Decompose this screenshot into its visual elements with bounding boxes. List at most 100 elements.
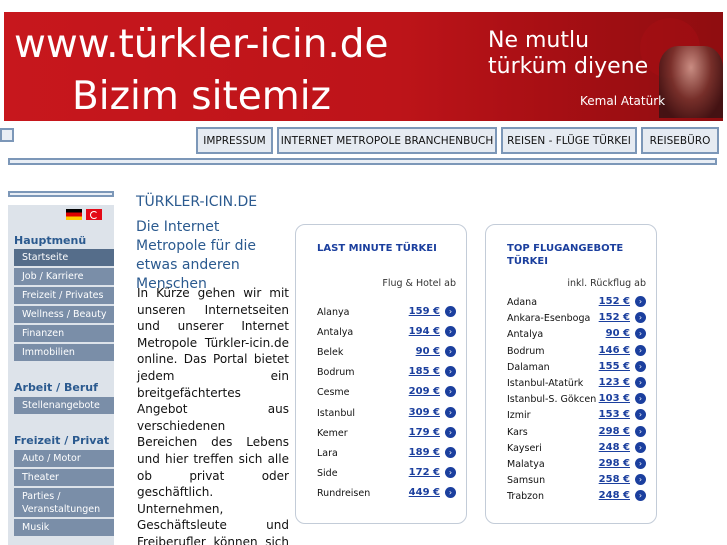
german-flag-icon[interactable] bbox=[66, 209, 82, 220]
sidebar: Hauptmenü Startseite Job / Karriere Frei… bbox=[8, 205, 114, 545]
sidebar-item-finanzen[interactable]: Finanzen bbox=[14, 325, 114, 343]
destination-label: Dalaman bbox=[507, 361, 550, 373]
price-link[interactable]: 298 € bbox=[599, 458, 630, 469]
arrow-right-circle-icon[interactable]: › bbox=[445, 326, 456, 338]
site-url-text: www.türkler-icin.de bbox=[14, 22, 389, 67]
sidebar-item-theater[interactable]: Theater bbox=[14, 469, 114, 487]
price-link[interactable]: 152 € bbox=[599, 312, 630, 323]
sidebar-heading-hauptmenu: Hauptmenü bbox=[14, 234, 87, 247]
sidebar-item-parties[interactable]: Parties / Veranstaltungen bbox=[14, 488, 114, 518]
destination-label: Cesme bbox=[317, 387, 350, 399]
price-link[interactable]: 298 € bbox=[599, 426, 630, 437]
sidebar-item-stellenangebote[interactable]: Stellenangebote bbox=[14, 397, 114, 415]
arrow-right-circle-icon[interactable]: › bbox=[445, 346, 456, 358]
destination-label: Belek bbox=[317, 347, 344, 359]
nav-impressum[interactable]: IMPRESSUM bbox=[196, 127, 273, 154]
price-link[interactable]: 194 € bbox=[409, 326, 440, 337]
price-link[interactable]: 172 € bbox=[409, 467, 440, 478]
destination-label: Istanbul bbox=[317, 407, 356, 419]
destination-label: Antalya bbox=[317, 327, 354, 339]
price-link[interactable]: 189 € bbox=[409, 447, 440, 458]
nav-branchenbuch[interactable]: INTERNET METROPOLE BRANCHENBUCH bbox=[277, 127, 497, 154]
ataturk-portrait-image bbox=[659, 46, 723, 118]
turkish-flag-icon[interactable] bbox=[86, 209, 102, 220]
arrow-right-circle-icon[interactable]: › bbox=[445, 406, 456, 418]
sidebar-item-job-karriere[interactable]: Job / Karriere bbox=[14, 268, 114, 286]
site-subtitle: Bizim sitemiz bbox=[72, 74, 332, 119]
arrow-right-circle-icon[interactable]: › bbox=[635, 328, 646, 340]
page-title: TÜRKLER-ICIN.DE bbox=[136, 194, 258, 210]
destination-label: Lara bbox=[317, 447, 338, 459]
sidebar-item-freizeit-privates[interactable]: Freizeit / Privates bbox=[14, 287, 114, 305]
quote-line-1: Ne mutlu bbox=[488, 28, 590, 53]
intro-text: In Kürze gehen wir mit unseren Internets… bbox=[137, 286, 289, 545]
tagline: Die Internet Metropole für die etwas and… bbox=[136, 219, 256, 292]
arrow-right-circle-icon[interactable]: › bbox=[635, 441, 646, 453]
arrow-right-circle-icon[interactable]: › bbox=[635, 344, 646, 356]
nav-reisebuero[interactable]: REISEBÜRO bbox=[641, 127, 719, 154]
arrow-right-circle-icon[interactable]: › bbox=[635, 458, 646, 469]
sidebar-item-wellness-beauty[interactable]: Wellness / Beauty bbox=[14, 306, 114, 324]
price-link[interactable]: 258 € bbox=[599, 474, 630, 485]
price-link[interactable]: 123 € bbox=[599, 377, 630, 388]
destination-label: Trabzon bbox=[507, 491, 544, 503]
sidebar-heading-freizeit-privat: Freizeit / Privat bbox=[14, 434, 110, 447]
price-link[interactable]: 153 € bbox=[599, 409, 630, 420]
sidebar-item-auto-motor[interactable]: Auto / Motor bbox=[14, 450, 114, 468]
arrow-right-circle-icon[interactable]: › bbox=[445, 486, 456, 498]
nav-divider bbox=[8, 158, 717, 165]
arrow-right-circle-icon[interactable]: › bbox=[635, 474, 646, 486]
arrow-right-circle-icon[interactable]: › bbox=[635, 377, 646, 388]
price-link[interactable]: 248 € bbox=[599, 442, 630, 453]
last-minute-box: LAST MINUTE TÜRKEI Flug & Hotel ab Alany… bbox=[295, 224, 467, 524]
price-link[interactable]: 146 € bbox=[599, 345, 630, 356]
destination-label: Ankara-Esenboga bbox=[507, 313, 591, 325]
price-link[interactable]: 152 € bbox=[599, 296, 630, 307]
arrow-right-circle-icon[interactable]: › bbox=[635, 296, 646, 307]
arrow-right-circle-icon[interactable]: › bbox=[445, 306, 456, 317]
last-minute-title: LAST MINUTE TÜRKEI bbox=[317, 243, 437, 254]
arrow-right-circle-icon[interactable]: › bbox=[635, 393, 646, 405]
arrow-right-circle-icon[interactable]: › bbox=[445, 386, 456, 398]
last-minute-note: Flug & Hotel ab bbox=[382, 278, 456, 289]
destination-label: Izmir bbox=[507, 410, 531, 422]
price-link[interactable]: 449 € bbox=[409, 487, 440, 498]
price-link[interactable]: 209 € bbox=[409, 386, 440, 397]
price-link[interactable]: 90 € bbox=[606, 328, 630, 339]
arrow-right-circle-icon[interactable]: › bbox=[445, 466, 456, 478]
price-link[interactable]: 179 € bbox=[409, 427, 440, 438]
arrow-right-circle-icon[interactable]: › bbox=[635, 360, 646, 372]
destination-label: Istanbul-Atatürk bbox=[507, 378, 584, 389]
language-flags bbox=[66, 209, 102, 220]
arrow-right-circle-icon[interactable]: › bbox=[445, 446, 456, 458]
price-link[interactable]: 90 € bbox=[416, 346, 440, 357]
price-link[interactable]: 309 € bbox=[409, 407, 440, 418]
destination-label: Kayseri bbox=[507, 442, 542, 454]
arrow-right-circle-icon[interactable]: › bbox=[635, 425, 646, 437]
flight-offers-note: inkl. Rückflug ab bbox=[567, 278, 646, 289]
price-link[interactable]: 159 € bbox=[409, 306, 440, 317]
arrow-right-circle-icon[interactable]: › bbox=[635, 490, 646, 502]
destination-label: Kemer bbox=[317, 427, 348, 439]
price-link[interactable]: 248 € bbox=[599, 490, 630, 501]
sidebar-item-startseite[interactable]: Startseite bbox=[14, 249, 114, 267]
destination-label: Bodrum bbox=[507, 345, 545, 357]
sidebar-heading-arbeit-beruf: Arbeit / Beruf bbox=[14, 381, 98, 394]
arrow-right-circle-icon[interactable]: › bbox=[445, 426, 456, 438]
quote-line-2: türküm diyene bbox=[488, 54, 649, 79]
price-link[interactable]: 155 € bbox=[599, 361, 630, 372]
sidebar-item-immobilien[interactable]: Immobilien bbox=[14, 344, 114, 362]
arrow-right-circle-icon[interactable]: › bbox=[635, 312, 646, 324]
arrow-right-circle-icon[interactable]: › bbox=[635, 409, 646, 421]
flight-offers-box: TOP FLUGANGEBOTE TÜRKEI inkl. Rückflug a… bbox=[485, 224, 657, 524]
arrow-right-circle-icon[interactable]: › bbox=[445, 366, 456, 378]
sidebar-item-musik[interactable]: Musik bbox=[14, 519, 114, 537]
destination-label: Alanya bbox=[317, 307, 350, 318]
nav-reisen-fluege[interactable]: REISEN - FLÜGE TÜRKEI bbox=[501, 127, 637, 154]
destination-label: Antalya bbox=[507, 329, 544, 341]
nav-decoration bbox=[0, 128, 14, 142]
destination-label: Side bbox=[317, 467, 338, 479]
price-link[interactable]: 103 € bbox=[599, 393, 630, 404]
destination-label: Rundreisen bbox=[317, 487, 371, 499]
price-link[interactable]: 185 € bbox=[409, 366, 440, 377]
